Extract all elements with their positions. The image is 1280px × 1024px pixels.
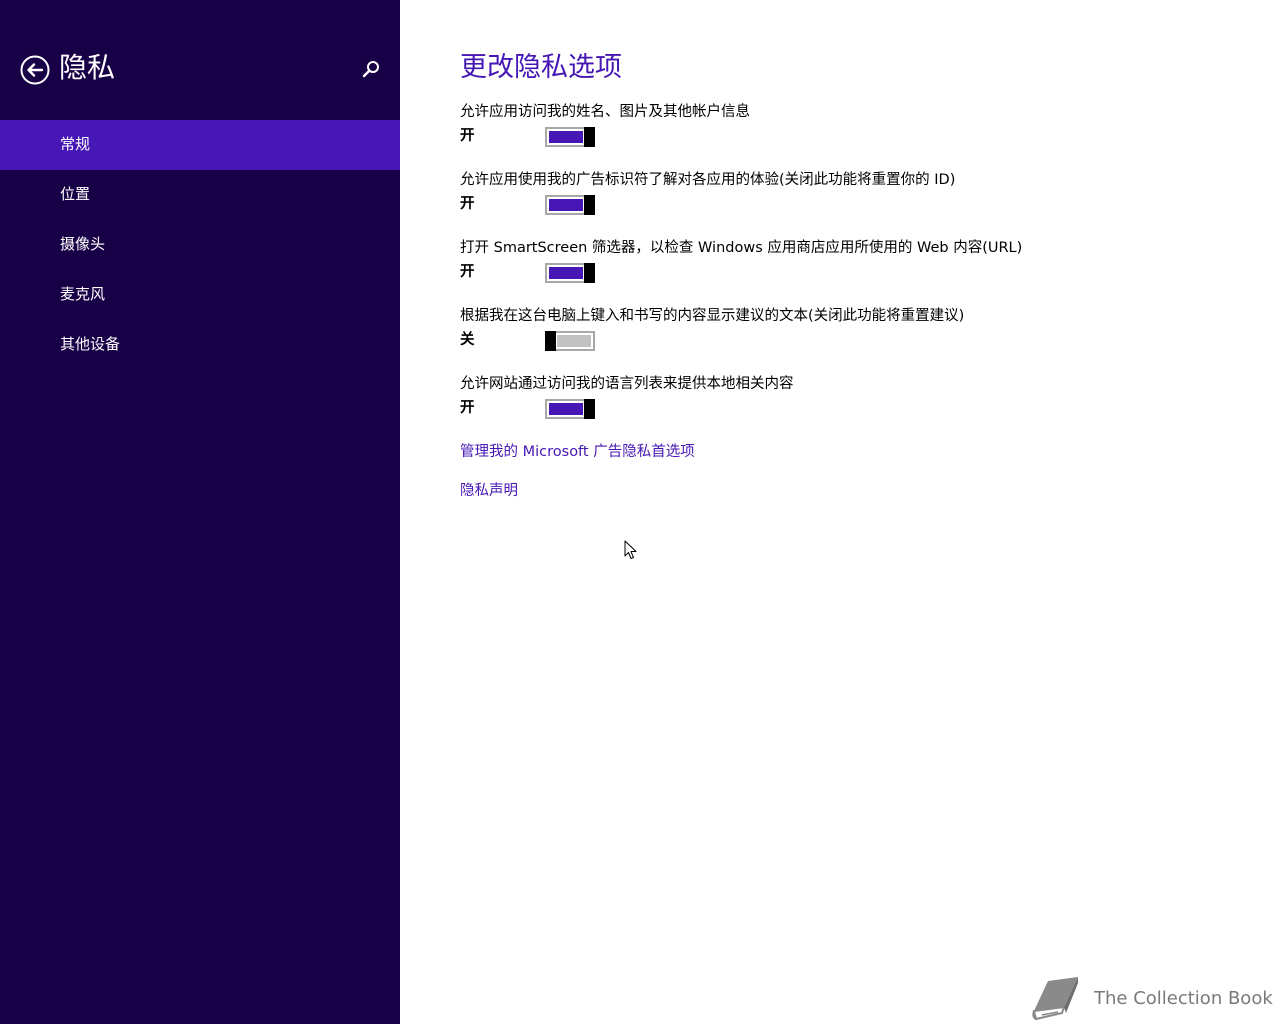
sidebar-item-location[interactable]: 位置 (0, 170, 400, 220)
setting-label: 根据我在这台电脑上键入和书写的内容显示建议的文本(关闭此功能将重置建议) (460, 308, 965, 324)
setting-label: 允许应用使用我的广告标识符了解对各应用的体验(关闭此功能将重置你的 ID) (460, 172, 956, 188)
search-icon[interactable] (360, 59, 382, 81)
sidebar-item-microphone[interactable]: 麦克风 (0, 270, 400, 320)
mouse-cursor-icon (624, 540, 637, 559)
setting-state: 开 (460, 128, 475, 144)
toggle-text-suggestions[interactable] (545, 331, 595, 351)
sidebar-item-camera[interactable]: 摄像头 (0, 220, 400, 270)
toggle-language-list[interactable] (545, 399, 595, 419)
page-title: 更改隐私选项 (460, 52, 622, 83)
book-icon (1032, 977, 1078, 1021)
watermark-text: The Collection Book (1094, 988, 1273, 1009)
setting-text-suggestions: 根据我在这台电脑上键入和书写的内容显示建议的文本(关闭此功能将重置建议) 关 (460, 305, 1260, 365)
ads-preferences-link[interactable]: 管理我的 Microsoft 广告隐私首选项 (460, 441, 695, 463)
privacy-statement-link[interactable]: 隐私声明 (460, 480, 518, 502)
setting-state: 开 (460, 196, 475, 212)
setting-smartscreen: 打开 SmartScreen 筛选器，以检查 Windows 应用商店应用所使用… (460, 237, 1260, 297)
sidebar-nav: 常规 位置 摄像头 麦克风 其他设备 (0, 120, 400, 370)
settings-content: 更改隐私选项 允许应用访问我的姓名、图片及其他帐户信息 开 允许应用使用我的广告… (460, 0, 1260, 1024)
watermark: The Collection Book (1028, 975, 1273, 1023)
toggle-advertising-id[interactable] (545, 195, 595, 215)
setting-state: 关 (460, 332, 475, 348)
toggle-smartscreen[interactable] (545, 263, 595, 283)
back-arrow-icon[interactable] (20, 55, 50, 85)
setting-state: 开 (460, 400, 475, 416)
setting-language-list: 允许网站通过访问我的语言列表来提供本地相关内容 开 (460, 373, 1260, 433)
setting-label: 允许网站通过访问我的语言列表来提供本地相关内容 (460, 376, 794, 392)
setting-label: 打开 SmartScreen 筛选器，以检查 Windows 应用商店应用所使用… (460, 240, 1023, 256)
sidebar-item-general[interactable]: 常规 (0, 120, 400, 170)
setting-advertising-id: 允许应用使用我的广告标识符了解对各应用的体验(关闭此功能将重置你的 ID) 开 (460, 169, 1260, 229)
setting-state: 开 (460, 264, 475, 280)
sidebar-item-other-devices[interactable]: 其他设备 (0, 320, 400, 370)
toggle-account-info[interactable] (545, 127, 595, 147)
setting-account-info: 允许应用访问我的姓名、图片及其他帐户信息 开 (460, 101, 1260, 161)
settings-sidebar: 隐私 常规 位置 摄像头 麦克风 其他设备 (0, 0, 400, 1024)
setting-label: 允许应用访问我的姓名、图片及其他帐户信息 (460, 104, 750, 120)
pane-title: 隐私 (59, 51, 116, 84)
